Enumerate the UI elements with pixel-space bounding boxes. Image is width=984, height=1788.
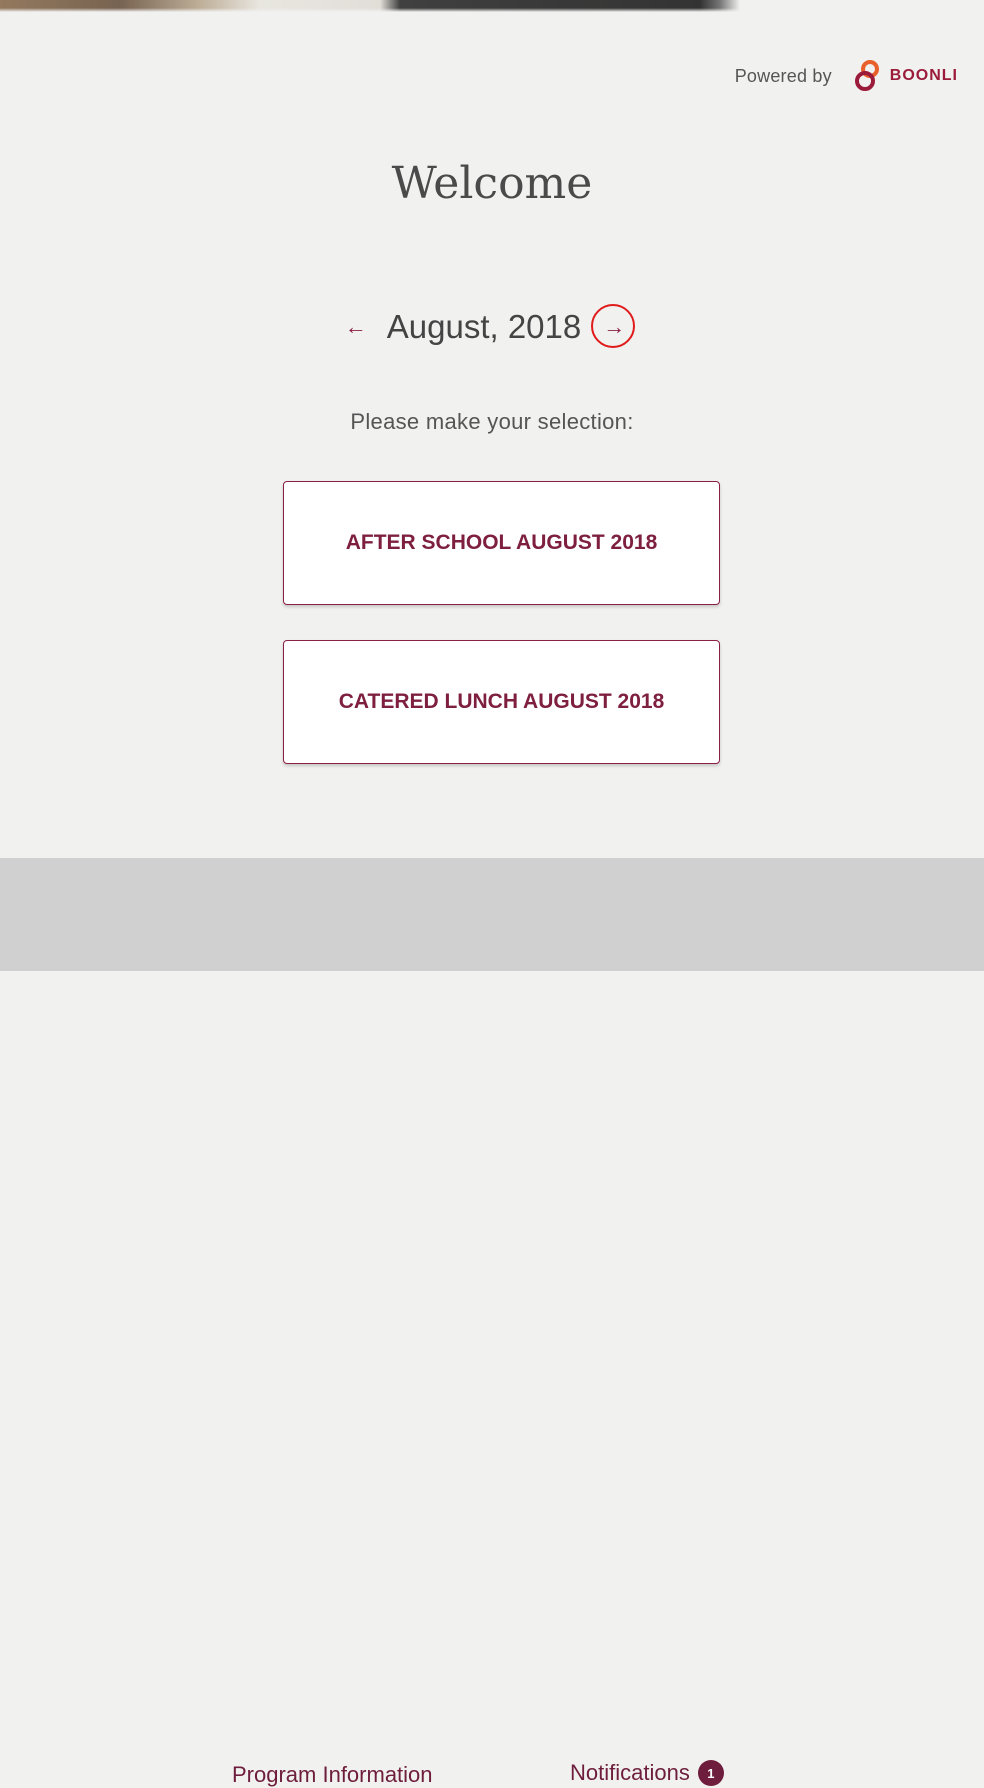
- header-image-strip: [0, 0, 984, 12]
- notifications-count-badge: 1: [697, 1760, 724, 1786]
- notifications-link[interactable]: Notifications 1: [570, 1760, 724, 1786]
- boonli-logo-icon: [854, 60, 879, 91]
- option-catered-lunch-august-2018[interactable]: CATERED LUNCH AUGUST 2018: [283, 640, 720, 764]
- month-navigator: ← August, 2018 →: [0, 302, 984, 352]
- program-information-link[interactable]: Program Information: [232, 1762, 433, 1788]
- powered-by: Powered by BOONLI: [735, 58, 958, 94]
- selection-prompt: Please make your selection:: [350, 409, 634, 434]
- footer-bar: Program Information Notifications 1: [0, 858, 984, 1787]
- current-month-label: August, 2018: [386, 308, 582, 345]
- boonli-logo[interactable]: BOONLI: [850, 58, 958, 94]
- next-month-button[interactable]: →: [589, 302, 639, 352]
- boonli-wordmark: BOONLI: [889, 67, 958, 84]
- option-label: CATERED LUNCH AUGUST 2018: [338, 690, 665, 713]
- notifications-label: Notifications: [570, 1760, 690, 1785]
- prev-month-arrow-icon[interactable]: ←: [345, 316, 367, 338]
- page-title: Welcome: [391, 158, 593, 209]
- option-label: AFTER SCHOOL AUGUST 2018: [345, 531, 658, 554]
- highlight-circle: [591, 304, 636, 348]
- powered-by-text: Powered by: [734, 65, 832, 86]
- option-after-school-august-2018[interactable]: AFTER SCHOOL AUGUST 2018: [283, 481, 720, 605]
